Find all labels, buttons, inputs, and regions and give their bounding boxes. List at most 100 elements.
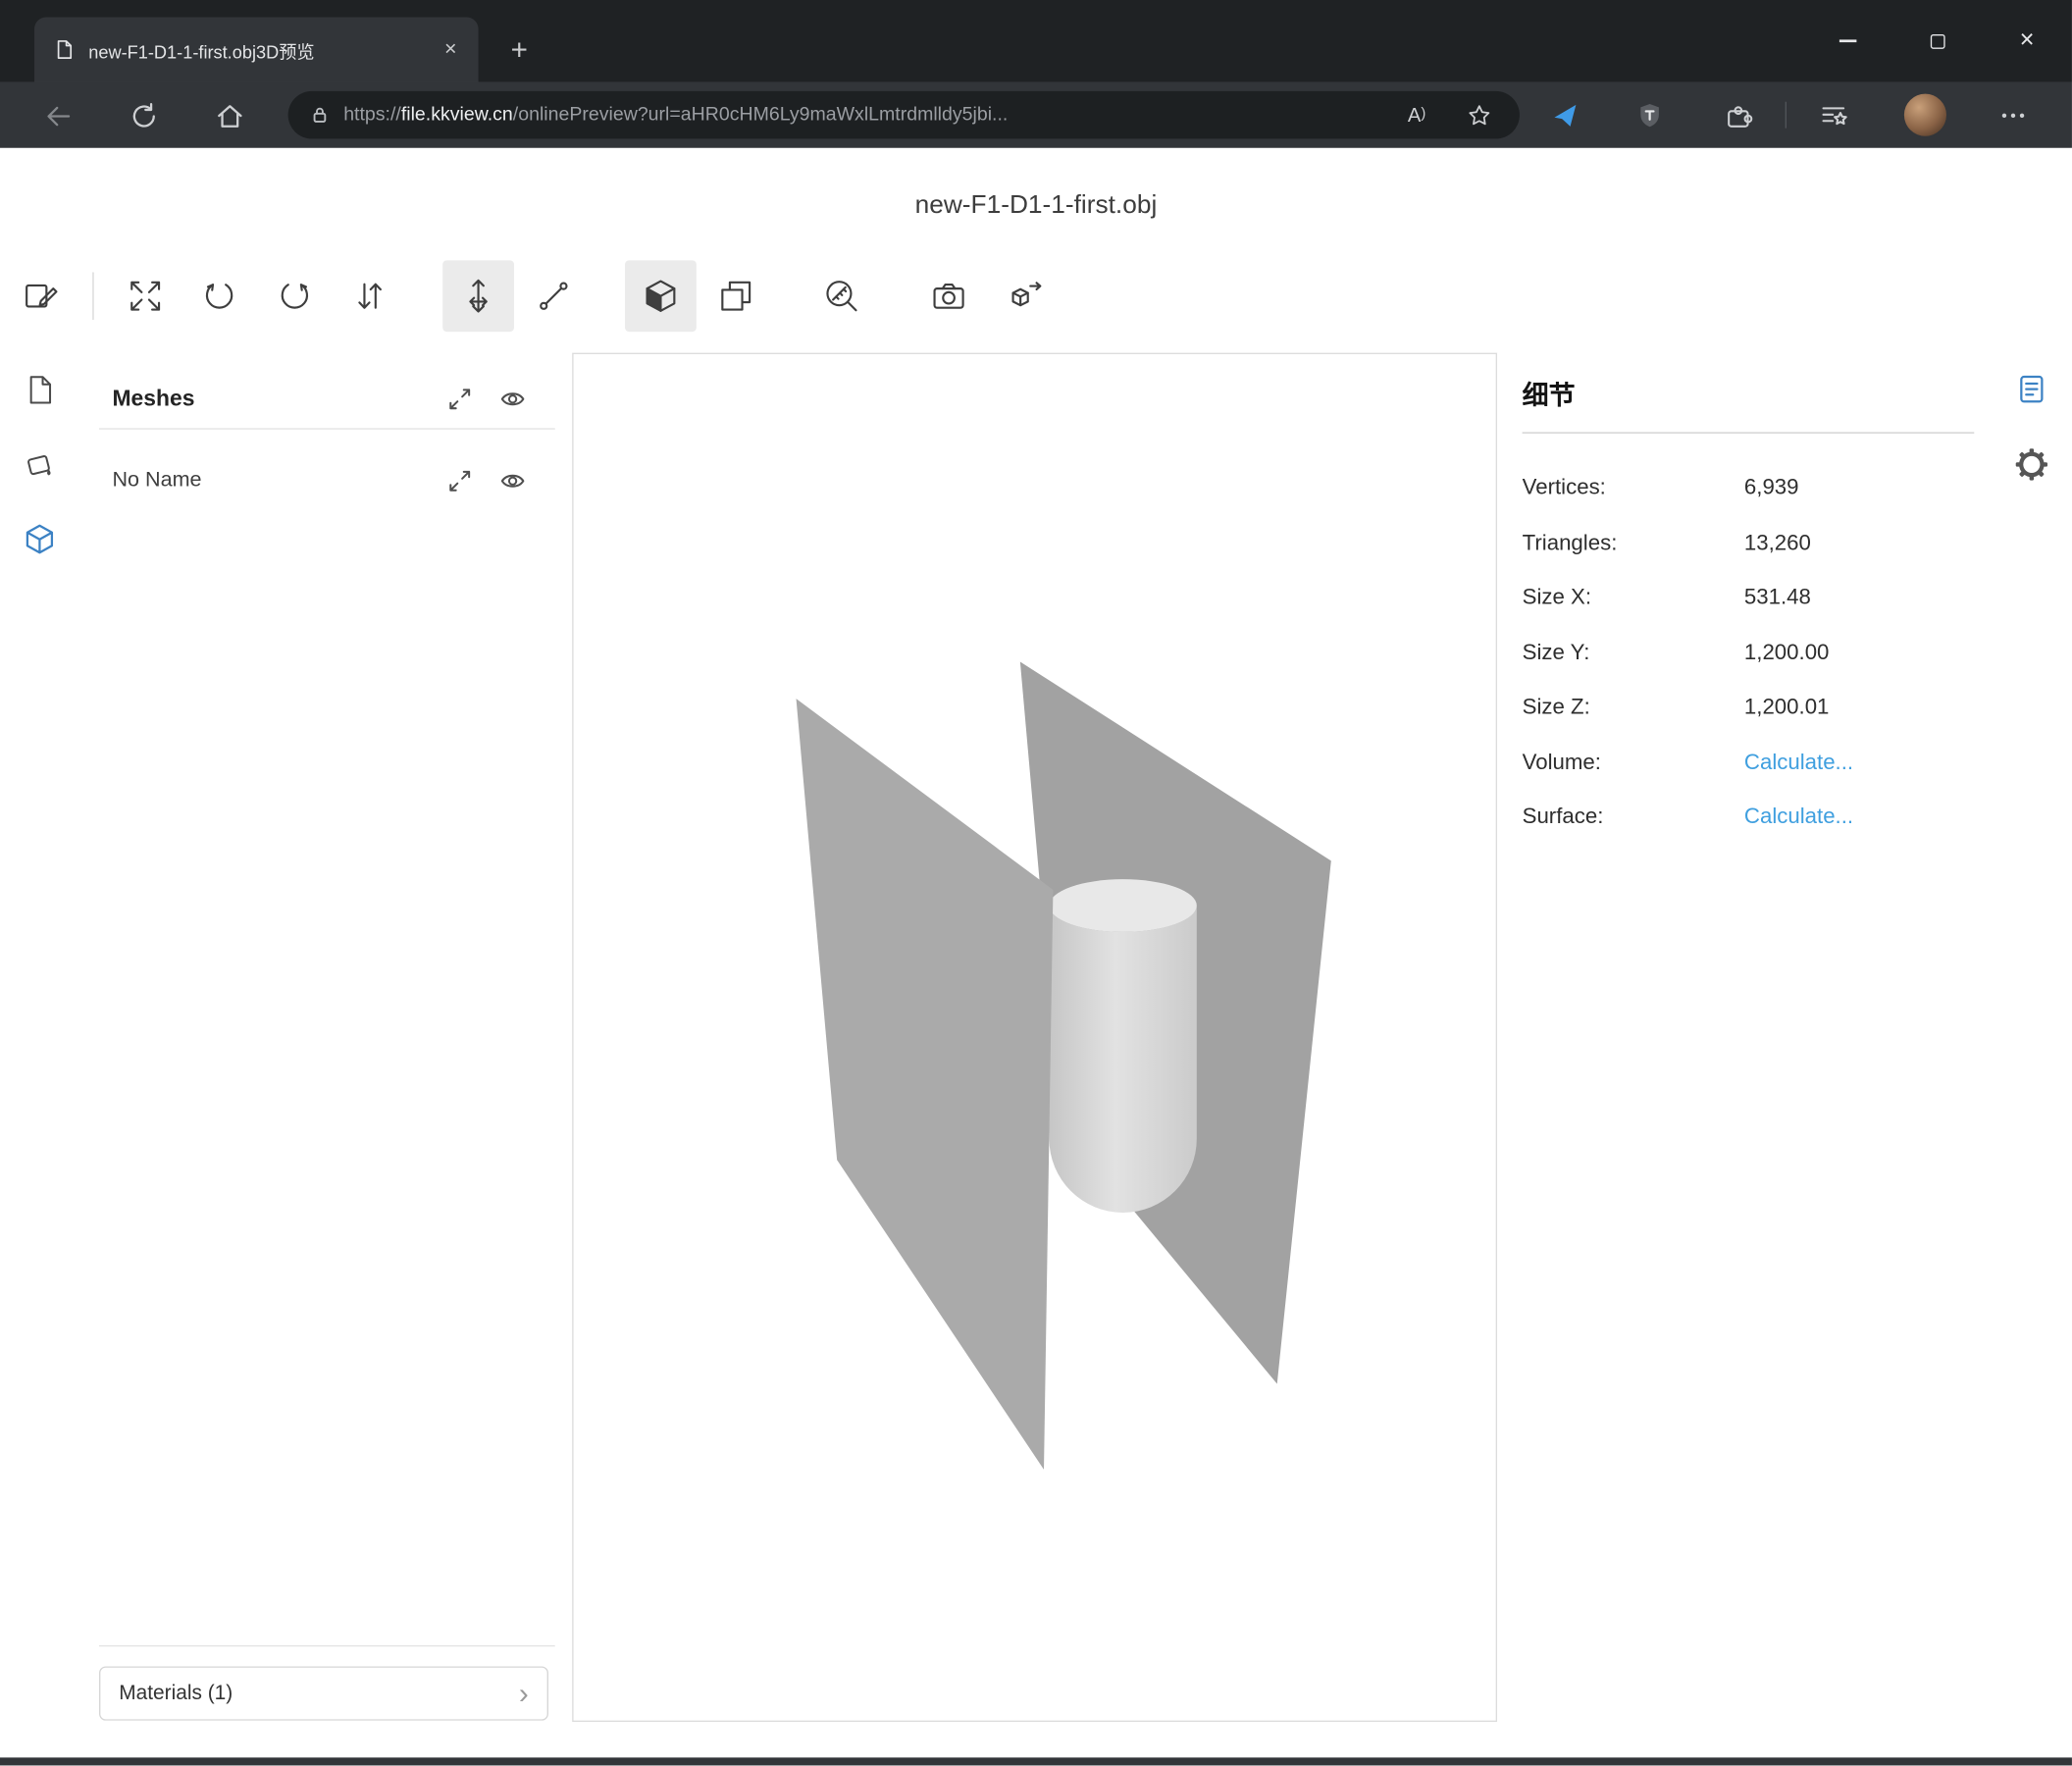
- url-scheme: https://: [343, 104, 401, 126]
- detail-row-vertices: Vertices: 6,939: [1523, 461, 1975, 516]
- maximize-icon: [1930, 33, 1944, 48]
- export-box-arrow-icon: [1006, 277, 1045, 316]
- profile-avatar[interactable]: [1904, 94, 1946, 136]
- mesh-item-actions: [446, 468, 554, 494]
- visibility-eye-icon[interactable]: [499, 468, 526, 494]
- browser-menu-button[interactable]: [1989, 91, 2036, 138]
- cylinder-body: [1049, 906, 1196, 1213]
- line-measure-button[interactable]: [518, 260, 590, 332]
- measure-magnifier-icon: [822, 277, 861, 316]
- cube-icon: [23, 522, 57, 556]
- extensions-button[interactable]: [1714, 91, 1761, 138]
- more-dots-icon: [1997, 100, 2028, 130]
- rotate-ccw-icon: [199, 277, 238, 316]
- browser-tab[interactable]: new-F1-D1-1-first.obj3D预览 ×: [34, 18, 479, 82]
- gear-icon: [2014, 447, 2047, 481]
- open-file-button[interactable]: [4, 260, 76, 332]
- fit-view-button[interactable]: [110, 260, 181, 332]
- kite-extension-icon: [1549, 100, 1580, 130]
- vertices-value: 6,939: [1744, 476, 1799, 501]
- favorites-bar-button[interactable]: [1809, 91, 1856, 138]
- detail-row-triangles: Triangles: 13,260: [1523, 516, 1975, 571]
- focus-mesh-icon[interactable]: [446, 468, 473, 494]
- fit-view-icon: [126, 277, 165, 316]
- address-bar-actions: A): [1408, 101, 1499, 129]
- puzzle-icon: [1723, 100, 1753, 130]
- shield-extension-button[interactable]: [1626, 91, 1673, 138]
- volume-calculate-link[interactable]: Calculate...: [1744, 751, 1853, 776]
- page-title: new-F1-D1-1-first.obj: [0, 190, 2072, 221]
- sidebar-item-info[interactable]: [16, 366, 63, 413]
- materials-divider: [99, 1645, 555, 1646]
- refresh-button[interactable]: [119, 91, 166, 138]
- tab-title: new-F1-D1-1-first.obj3D预览: [88, 36, 423, 63]
- measure-button[interactable]: [806, 260, 878, 332]
- stacked-squares-icon: [716, 277, 755, 316]
- meshes-title: Meshes: [112, 386, 194, 412]
- meshes-panel-header: Meshes: [99, 369, 555, 430]
- perspective-view-button[interactable]: [625, 260, 697, 332]
- details-panel-toggle[interactable]: [2007, 365, 2054, 412]
- home-icon: [214, 100, 243, 130]
- move-tool-button[interactable]: [442, 260, 514, 332]
- up-down-arrows-icon: [350, 277, 389, 316]
- surface-calculate-link[interactable]: Calculate...: [1744, 805, 1853, 831]
- close-window-button[interactable]: ×: [1982, 0, 2072, 82]
- materials-button-label: Materials (1): [119, 1682, 233, 1705]
- materials-swatch-icon: [23, 448, 57, 483]
- viewer-settings-button[interactable]: [2007, 441, 2054, 488]
- model-viewport[interactable]: [572, 353, 1497, 1722]
- address-bar[interactable]: https://file.kkview.cn/onlinePreview?url…: [288, 91, 1520, 138]
- rotate-x-button[interactable]: [183, 260, 255, 332]
- window-controls: ×: [1802, 0, 2072, 82]
- screenshot-root: new-F1-D1-1-first.obj3D预览 × + × https://…: [0, 0, 2072, 1766]
- cube-perspective-icon: [641, 277, 680, 316]
- open-file-icon: [20, 277, 59, 316]
- mesh-list-item[interactable]: No Name: [99, 450, 555, 511]
- screenshot-button[interactable]: [913, 260, 985, 332]
- minimize-icon: [1839, 40, 1856, 42]
- url-host: file.kkview.cn: [401, 104, 513, 126]
- camera-icon: [929, 277, 968, 316]
- details-panel: 细节 Vertices: 6,939 Triangles: 13,260 Siz…: [1523, 353, 1975, 846]
- tab-close-icon[interactable]: ×: [436, 35, 465, 65]
- minimize-button[interactable]: [1802, 0, 1892, 82]
- bottom-bar: [0, 1757, 2072, 1765]
- flip-vertical-button[interactable]: [335, 260, 406, 332]
- navigation-bar: https://file.kkview.cn/onlinePreview?url…: [0, 82, 2072, 148]
- detail-row-size-z: Size Z: 1,200.01: [1523, 681, 1975, 736]
- read-aloud-button[interactable]: A): [1408, 104, 1425, 127]
- focus-all-icon[interactable]: [446, 386, 473, 412]
- move-tool-icon: [458, 277, 497, 316]
- visibility-all-eye-icon[interactable]: [499, 386, 526, 412]
- tab-favicon-page-icon: [53, 38, 76, 61]
- rotate-z-button[interactable]: [259, 260, 331, 332]
- materials-button[interactable]: Materials (1) ›: [99, 1666, 548, 1720]
- size-x-value: 531.48: [1744, 586, 1811, 611]
- document-icon: [23, 373, 57, 407]
- chevron-right-icon: ›: [519, 1679, 529, 1708]
- back-button[interactable]: [33, 91, 80, 138]
- browser-window: new-F1-D1-1-first.obj3D预览 × + × https://…: [0, 0, 2072, 1765]
- mesh-item-label: No Name: [112, 469, 201, 493]
- sidebar-item-model[interactable]: [16, 515, 63, 562]
- export-button[interactable]: [990, 260, 1062, 332]
- sidebar-item-materials[interactable]: [16, 442, 63, 489]
- kite-extension-button[interactable]: [1540, 91, 1587, 138]
- line-tool-icon: [534, 277, 573, 316]
- toolbar-separator: [92, 272, 93, 319]
- meshes-header-actions: [446, 386, 554, 412]
- new-tab-button[interactable]: +: [499, 30, 539, 70]
- back-icon: [42, 100, 72, 130]
- detail-row-size-x: Size X: 531.48: [1523, 571, 1975, 626]
- favorites-list-star-icon: [1818, 100, 1848, 130]
- detail-row-volume: Volume: Calculate...: [1523, 736, 1975, 791]
- orthographic-view-button[interactable]: [700, 260, 772, 332]
- detail-row-surface: Surface: Calculate...: [1523, 790, 1975, 845]
- home-button[interactable]: [205, 91, 252, 138]
- url-path: /onlinePreview?url=aHR0cHM6Ly9maWxlLmtrd…: [513, 104, 1009, 126]
- toolbar-separator: [1786, 102, 1787, 129]
- size-y-value: 1,200.00: [1744, 641, 1830, 666]
- maximize-button[interactable]: [1892, 0, 1983, 82]
- favorite-star-icon[interactable]: [1466, 101, 1493, 129]
